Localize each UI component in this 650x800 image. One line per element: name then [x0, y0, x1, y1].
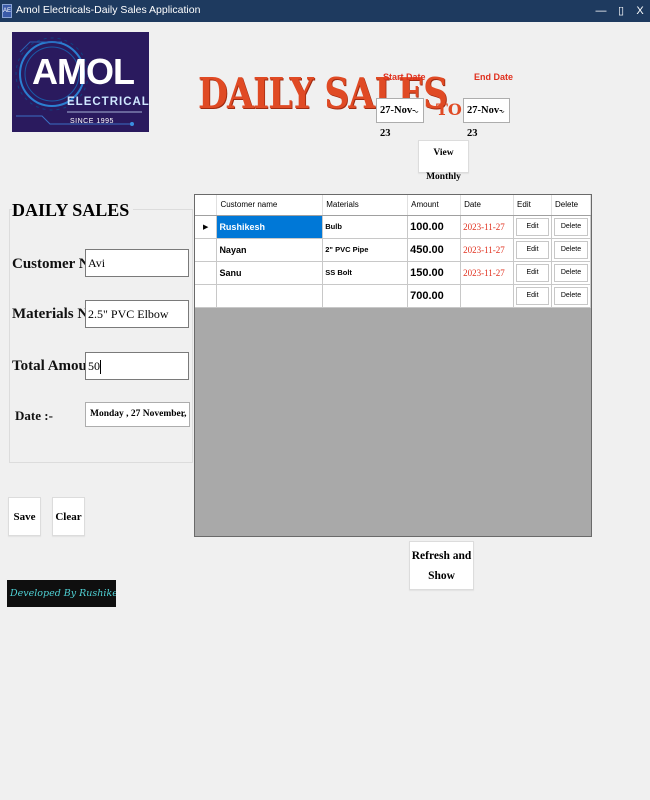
refresh-and-show-button[interactable]: Refresh and Show — [409, 541, 474, 590]
chevron-down-icon: ⌄ — [413, 106, 420, 115]
amount-cell[interactable]: 450.00 — [407, 238, 462, 262]
total-amount-cell[interactable]: 700.00 — [407, 284, 462, 308]
material-cell[interactable]: 2" PVC Pipe — [322, 238, 409, 262]
materials-name-input[interactable]: 2.5" PVC Elbow — [85, 300, 189, 328]
date-cell[interactable]: 2023-11-27 — [460, 238, 515, 262]
sales-table: Customer name Materials Amount Date Edit… — [195, 195, 591, 308]
material-cell[interactable] — [322, 284, 409, 308]
save-button[interactable]: Save — [8, 497, 41, 536]
refresh-button-line2: Show — [428, 570, 455, 582]
column-header-date[interactable]: Date — [460, 195, 515, 216]
company-logo: AMOL ELECTRICALS SINCE 1995 — [12, 32, 149, 132]
date-label: Date :- — [15, 408, 53, 423]
customer-cell[interactable] — [216, 284, 324, 308]
logo-sub-text: ELECTRICALS — [67, 96, 149, 108]
delete-cell: Delete — [551, 238, 591, 262]
chevron-down-icon: ⌄ — [499, 106, 506, 115]
sale-date-value: Monday , 27 November, 2023 — [90, 409, 189, 419]
app-icon: AE — [2, 4, 12, 18]
delete-button[interactable]: Delete — [553, 240, 588, 259]
end-date-picker[interactable]: 27-Nov-23 ⌄ — [463, 98, 510, 139]
material-cell[interactable]: Bulb — [322, 215, 409, 239]
text-caret — [100, 360, 101, 375]
to-label: TO — [436, 100, 462, 119]
clear-button[interactable]: Clear — [52, 497, 85, 536]
amount-cell[interactable]: 100.00 — [407, 215, 462, 239]
edit-cell: Edit — [513, 215, 552, 239]
customer-cell[interactable]: Nayan — [216, 238, 324, 262]
column-header-materials[interactable]: Materials — [322, 195, 409, 216]
start-date-picker[interactable]: 27-Nov-23 ⌄ — [376, 98, 424, 139]
window-title: Amol Electricals-Daily Sales Application — [16, 4, 201, 16]
end-date-label: End Date — [474, 72, 514, 82]
amount-cell[interactable]: 150.00 — [407, 261, 462, 285]
column-header-edit[interactable]: Edit — [513, 195, 552, 216]
close-button[interactable]: X — [631, 2, 649, 20]
table-row[interactable]: Sanu SS Bolt 150.00 2023-11-27 Edit Dele… — [195, 261, 591, 285]
edit-cell: Edit — [513, 284, 552, 308]
view-monthly-button[interactable]: View Monthly — [418, 140, 469, 182]
material-cell[interactable]: SS Bolt — [322, 261, 409, 285]
row-header[interactable] — [195, 261, 218, 285]
column-header-customer[interactable]: Customer name — [216, 195, 324, 216]
delete-cell: Delete — [551, 215, 591, 239]
sale-date-picker[interactable]: Monday , 27 November, 2023 ⌄ — [85, 402, 190, 427]
current-row-indicator: ▶ — [195, 215, 218, 239]
delete-button[interactable]: Delete — [553, 286, 588, 305]
edit-button[interactable]: Edit — [516, 240, 549, 259]
edit-button[interactable]: Edit — [516, 263, 549, 282]
end-date-value: 27-Nov-23 — [467, 105, 503, 139]
column-header-amount[interactable]: Amount — [407, 195, 462, 216]
grid-header-row: Customer name Materials Amount Date Edit… — [195, 195, 591, 216]
logo-since-text: SINCE 1995 — [70, 118, 114, 125]
edit-button[interactable]: Edit — [516, 217, 549, 236]
table-row-total[interactable]: 700.00 Edit Delete — [195, 284, 591, 308]
date-cell[interactable] — [460, 284, 515, 308]
edit-cell: Edit — [513, 261, 552, 285]
delete-button[interactable]: Delete — [553, 217, 588, 236]
title-bar: AE Amol Electricals-Daily Sales Applicat… — [0, 0, 650, 22]
row-header[interactable] — [195, 238, 218, 262]
edit-button[interactable]: Edit — [516, 286, 549, 305]
delete-button[interactable]: Delete — [553, 263, 588, 282]
group-title: DAILY SALES — [12, 200, 134, 221]
maximize-button[interactable]: ▯ — [612, 2, 630, 20]
edit-cell: Edit — [513, 238, 552, 262]
start-date-label: Start Date — [383, 72, 426, 82]
column-header-delete[interactable]: Delete — [551, 195, 591, 216]
developer-credit: Developed By Rushikesh yadav — [7, 580, 116, 607]
total-amount-input[interactable]: 50 — [85, 352, 189, 380]
date-cell[interactable]: 2023-11-27 — [460, 215, 515, 239]
customer-name-input[interactable]: Avi — [85, 249, 189, 277]
row-header-corner — [195, 195, 218, 216]
chevron-down-icon: ⌄ — [179, 410, 186, 419]
sales-grid[interactable]: Customer name Materials Amount Date Edit… — [194, 194, 592, 537]
customer-cell[interactable]: Sanu — [216, 261, 324, 285]
minimize-button[interactable]: — — [592, 2, 610, 20]
total-amount-value: 50 — [88, 359, 100, 373]
table-row[interactable]: Nayan 2" PVC Pipe 450.00 2023-11-27 Edit… — [195, 238, 591, 262]
refresh-button-line1: Refresh and — [411, 550, 472, 562]
row-header[interactable] — [195, 284, 218, 308]
date-cell[interactable]: 2023-11-27 — [460, 261, 515, 285]
customer-cell[interactable]: Rushikesh — [216, 215, 324, 239]
table-row[interactable]: ▶ Rushikesh Bulb 100.00 2023-11-27 Edit … — [195, 215, 591, 239]
logo-main-text: AMOL — [32, 51, 135, 92]
start-date-value: 27-Nov-23 — [380, 105, 416, 139]
delete-cell: Delete — [551, 261, 591, 285]
delete-cell: Delete — [551, 284, 591, 308]
